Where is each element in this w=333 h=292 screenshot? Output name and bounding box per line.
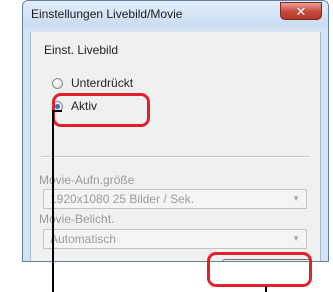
callout-line-ok [265, 286, 267, 292]
movie-size-value: 1920x1080 25 Bilder / Sek. [50, 192, 195, 206]
aktiv-highlight-frame [52, 93, 150, 127]
dialog-content: Einst. Livebild Unterdrückt Aktiv Movie-… [30, 32, 321, 261]
radio-unterdrueckt[interactable]: Unterdrückt [52, 76, 133, 90]
settings-dialog: Einstellungen Livebild/Movie ✕ Einst. Li… [22, 0, 329, 262]
livebild-section-label: Einst. Livebild [44, 43, 119, 57]
close-icon: ✕ [295, 3, 307, 19]
radio-unchecked-icon [52, 77, 63, 89]
ok-highlight-frame [207, 252, 312, 287]
window-title: Einstellungen Livebild/Movie [31, 7, 183, 21]
dropdown-arrow-icon: ▼ [292, 194, 300, 203]
close-button[interactable]: ✕ [280, 2, 322, 20]
dropdown-arrow-icon: ▼ [292, 234, 300, 243]
title-bar: Einstellungen Livebild/Movie ✕ [23, 1, 328, 27]
callout-line-aktiv-vertical [52, 110, 54, 292]
radio-unterdrueckt-label: Unterdrückt [71, 76, 134, 90]
movie-exposure-value: Automatisch [50, 232, 117, 246]
section-divider [41, 156, 310, 158]
movie-exposure-select[interactable]: Automatisch ▼ [43, 229, 307, 249]
movie-size-select[interactable]: 1920x1080 25 Bilder / Sek. ▼ [43, 189, 307, 209]
movie-exposure-label: Movie-Belicht. [39, 212, 115, 226]
